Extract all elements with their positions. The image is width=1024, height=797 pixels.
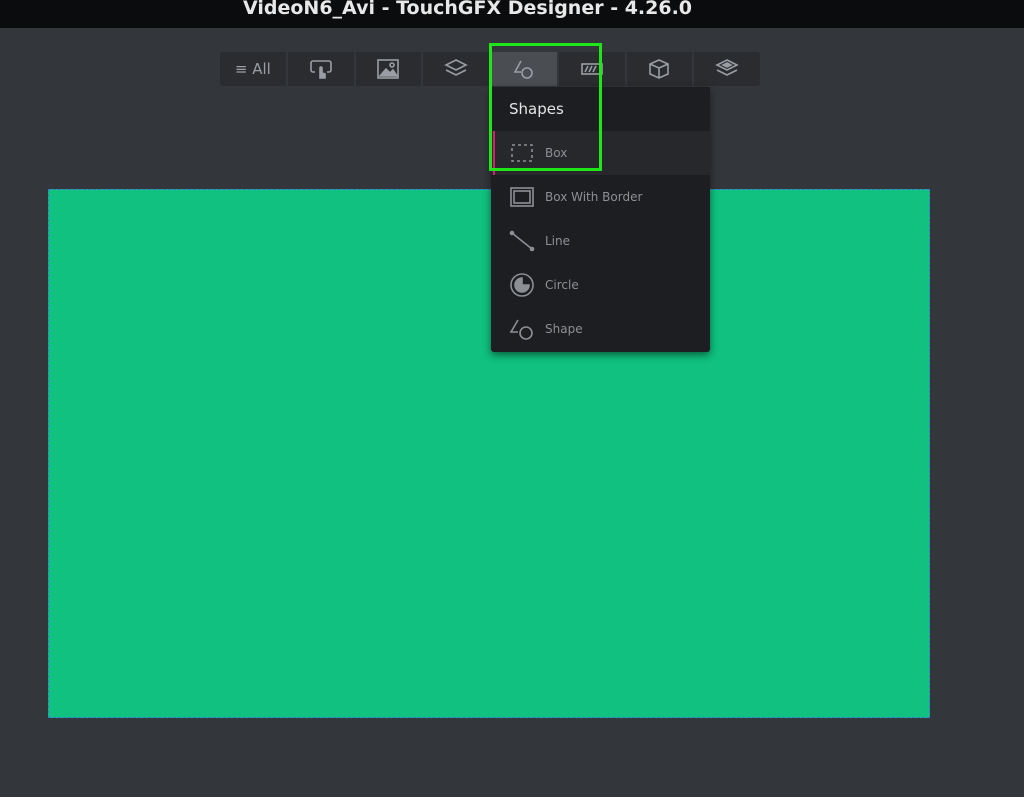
window-title: VideoN6_Avi - TouchGFX Designer - 4.26.0	[243, 0, 693, 19]
menu-item-label: Circle	[545, 278, 579, 292]
menu-item-shape[interactable]: Shape	[491, 307, 710, 351]
menu-item-box-with-border[interactable]: Box With Border	[491, 175, 710, 219]
menu-item-circle[interactable]: Circle	[491, 263, 710, 307]
shapes-icon	[513, 60, 533, 79]
tab-progress[interactable]	[559, 52, 627, 86]
tab-all[interactable]: ≡ All	[220, 52, 288, 86]
image-icon	[377, 59, 400, 79]
menu-item-label: Line	[545, 234, 571, 248]
touch-icon	[309, 60, 332, 79]
tab-containers[interactable]	[423, 52, 491, 86]
menu-item-label: Box	[545, 146, 568, 160]
cube-icon	[649, 59, 670, 79]
screen-canvas[interactable]	[48, 189, 930, 718]
menu-item-line[interactable]: Line	[491, 219, 710, 263]
tab-layers[interactable]	[694, 52, 760, 86]
stack-icon	[444, 59, 468, 76]
widget-category-toolbar: ≡ All	[220, 52, 760, 86]
shapes-dropdown-menu: Shapes Box Box With Border Line Circle S…	[491, 87, 710, 352]
menu-item-box[interactable]: Box	[491, 131, 710, 175]
tab-images[interactable]	[356, 52, 424, 86]
menu-item-label: Shape	[545, 322, 583, 336]
box-with-border-icon	[510, 187, 534, 207]
shape-icon	[509, 319, 533, 340]
layers-icon	[715, 59, 739, 76]
tab-3d[interactable]	[627, 52, 695, 86]
tab-interaction[interactable]	[288, 52, 356, 86]
progress-bar-icon	[580, 63, 603, 75]
tab-shapes[interactable]	[491, 52, 559, 86]
title-bar: VideoN6_Avi - TouchGFX Designer - 4.26.0	[0, 0, 1024, 28]
menu-title: Shapes	[509, 100, 564, 118]
menu-item-label: Box With Border	[545, 190, 643, 204]
circle-icon	[510, 273, 534, 297]
line-icon	[509, 230, 535, 252]
tab-all-label: ≡ All	[234, 60, 271, 78]
box-icon	[511, 144, 533, 162]
